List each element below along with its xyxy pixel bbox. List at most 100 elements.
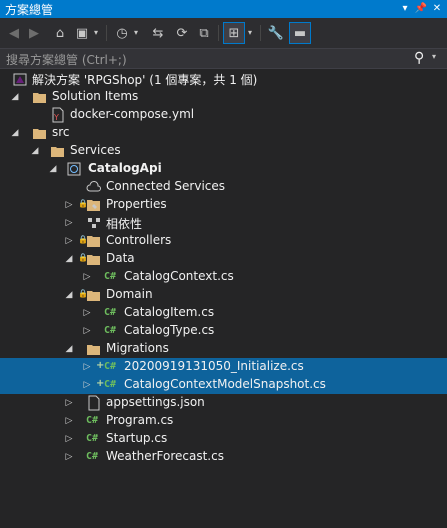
connected-services-label: Connected Services bbox=[106, 179, 226, 193]
csharp-file-icon: C# bbox=[104, 379, 117, 390]
tree-item-dependencies[interactable]: ▷ 相依性 bbox=[0, 214, 447, 232]
tree-item-appsettings[interactable]: ▷ appsettings.json bbox=[0, 394, 447, 412]
toolbar: ◀ ▶ ⌂ ▣ ▾ ◷ ▾ ⇆ ⟳ ⧉ ⊞ ▾ 🔧 ▬ bbox=[0, 18, 447, 48]
back-icon[interactable]: ◀ bbox=[4, 23, 24, 43]
collapsed-arrow-icon[interactable]: ▷ bbox=[82, 268, 92, 286]
tree-item-weather-forecast[interactable]: ▷ C# WeatherForecast.cs bbox=[0, 448, 447, 466]
window-titlebar: 方案總管 ▾ 📌 ✕ bbox=[0, 0, 447, 18]
program-label: Program.cs bbox=[106, 413, 174, 427]
window-menu-dropdown-icon[interactable]: ▾ bbox=[398, 0, 412, 18]
catalog-type-label: CatalogType.cs bbox=[124, 323, 215, 337]
search-bar[interactable]: 搜尋方案總管 (Ctrl+;) ⚲ ▾ bbox=[0, 48, 447, 69]
preview-selected-items-icon[interactable]: ▬ bbox=[289, 22, 311, 44]
tree-item-services[interactable]: ◢ Services bbox=[0, 142, 447, 160]
collapsed-arrow-icon[interactable]: ▷ bbox=[82, 376, 92, 394]
web-project-icon bbox=[67, 162, 81, 176]
toolbar-separator bbox=[218, 25, 219, 41]
migration-initialize-label: 20200919131050_Initialize.cs bbox=[124, 359, 304, 373]
collapsed-arrow-icon[interactable]: ▷ bbox=[82, 358, 92, 376]
cloud-icon bbox=[86, 181, 101, 192]
tree-item-catalog-item[interactable]: ▷ C# CatalogItem.cs bbox=[0, 304, 447, 322]
pending-changes-filter-icon[interactable]: ◷ bbox=[112, 23, 132, 43]
dependencies-icon bbox=[88, 218, 100, 228]
refresh-icon[interactable]: ⟳ bbox=[172, 23, 192, 43]
tree-item-catalog-type[interactable]: ▷ C# CatalogType.cs bbox=[0, 322, 447, 340]
show-all-files-icon[interactable]: ⊞ bbox=[223, 22, 245, 44]
docker-compose-label: docker-compose.yml bbox=[70, 107, 195, 121]
migration-snapshot-label: CatalogContextModelSnapshot.cs bbox=[124, 377, 326, 391]
properties-label: Properties bbox=[106, 197, 167, 211]
collapsed-arrow-icon[interactable]: ▷ bbox=[64, 394, 74, 412]
expanded-arrow-icon[interactable]: ◢ bbox=[10, 88, 20, 106]
expanded-arrow-icon[interactable]: ◢ bbox=[64, 286, 74, 304]
catalog-api-label: CatalogApi bbox=[88, 161, 162, 175]
switch-views-icon[interactable]: ▣ bbox=[72, 23, 92, 43]
tree-item-docker-compose[interactable]: Y docker-compose.yml bbox=[0, 106, 447, 124]
tree-item-catalog-context[interactable]: ▷ C# CatalogContext.cs bbox=[0, 268, 447, 286]
folder-open-icon bbox=[87, 255, 100, 265]
services-label: Services bbox=[70, 143, 121, 157]
forward-icon[interactable]: ▶ bbox=[24, 23, 44, 43]
csharp-file-icon: C# bbox=[86, 451, 99, 462]
close-icon[interactable]: ✕ bbox=[430, 0, 444, 18]
collapsed-arrow-icon[interactable]: ▷ bbox=[64, 214, 74, 232]
tree-item-controllers[interactable]: ▷ 🔒 Controllers bbox=[0, 232, 447, 250]
collapsed-arrow-icon[interactable]: ▷ bbox=[64, 232, 74, 250]
folder-icon bbox=[87, 236, 100, 247]
tree-item-startup[interactable]: ▷ C# Startup.cs bbox=[0, 430, 447, 448]
expanded-arrow-icon[interactable]: ◢ bbox=[10, 124, 20, 142]
startup-label: Startup.cs bbox=[106, 431, 168, 445]
pin-icon[interactable]: 📌 bbox=[414, 0, 428, 18]
collapsed-arrow-icon[interactable]: ▷ bbox=[64, 430, 74, 448]
csharp-file-icon: C# bbox=[86, 415, 99, 426]
src-label: src bbox=[52, 125, 70, 139]
tree-item-connected-services[interactable]: Connected Services bbox=[0, 178, 447, 196]
folder-open-icon bbox=[33, 129, 46, 139]
tree-item-properties[interactable]: ▷ 🔒 Properties bbox=[0, 196, 447, 214]
switch-views-dropdown-icon[interactable]: ▾ bbox=[94, 23, 98, 43]
csharp-file-icon: C# bbox=[104, 361, 117, 372]
tree-item-migrations[interactable]: ◢ Migrations bbox=[0, 340, 447, 358]
collapsed-arrow-icon[interactable]: ▷ bbox=[64, 448, 74, 466]
search-input[interactable]: 搜尋方案總管 (Ctrl+;) bbox=[6, 51, 127, 68]
catalog-context-label: CatalogContext.cs bbox=[124, 269, 234, 283]
tree-item-solution-items[interactable]: ◢ Solution Items bbox=[0, 88, 447, 106]
expanded-arrow-icon[interactable]: ◢ bbox=[30, 142, 40, 160]
tree-item-migration-snapshot[interactable]: ▷ + C# CatalogContextModelSnapshot.cs bbox=[0, 376, 447, 394]
search-icon[interactable]: ⚲ bbox=[414, 50, 424, 66]
weather-forecast-label: WeatherForecast.cs bbox=[106, 449, 224, 463]
pending-changes-dropdown-icon[interactable]: ▾ bbox=[134, 23, 138, 43]
svg-text:Y: Y bbox=[53, 113, 59, 122]
expanded-arrow-icon[interactable]: ◢ bbox=[64, 250, 74, 268]
tree-item-program[interactable]: ▷ C# Program.cs bbox=[0, 412, 447, 430]
tree-item-solution[interactable]: 解決方案 'RPGShop' (1 個專案，共 1 個) bbox=[0, 70, 447, 88]
toolbar-separator bbox=[260, 25, 261, 41]
collapsed-arrow-icon[interactable]: ▷ bbox=[82, 304, 92, 322]
show-all-files-dropdown-icon[interactable]: ▾ bbox=[248, 23, 252, 43]
catalog-item-label: CatalogItem.cs bbox=[124, 305, 215, 319]
search-options-dropdown-icon[interactable]: ▾ bbox=[432, 52, 436, 61]
tree-item-domain[interactable]: ◢ 🔒 Domain bbox=[0, 286, 447, 304]
tree-item-data[interactable]: ◢ 🔒 Data bbox=[0, 250, 447, 268]
folder-open-icon bbox=[87, 291, 100, 301]
folder-open-icon bbox=[87, 345, 100, 355]
csharp-file-icon: C# bbox=[86, 433, 99, 444]
expanded-arrow-icon[interactable]: ◢ bbox=[48, 160, 58, 178]
home-icon[interactable]: ⌂ bbox=[50, 23, 70, 43]
csharp-file-icon: C# bbox=[104, 271, 117, 282]
expanded-arrow-icon[interactable]: ◢ bbox=[64, 340, 74, 358]
solution-items-label: Solution Items bbox=[52, 89, 139, 103]
tree-item-src[interactable]: ◢ src bbox=[0, 124, 447, 142]
toolbar-separator bbox=[106, 25, 107, 41]
json-file-icon bbox=[88, 395, 100, 411]
collapse-all-icon[interactable]: ⧉ bbox=[194, 23, 214, 43]
collapsed-arrow-icon[interactable]: ▷ bbox=[64, 196, 74, 214]
collapsed-arrow-icon[interactable]: ▷ bbox=[82, 322, 92, 340]
folder-open-icon bbox=[33, 93, 46, 103]
csharp-file-icon: C# bbox=[104, 325, 117, 336]
tree-item-catalog-api[interactable]: ◢ CatalogApi bbox=[0, 160, 447, 178]
collapsed-arrow-icon[interactable]: ▷ bbox=[64, 412, 74, 430]
sync-with-active-document-icon[interactable]: ⇆ bbox=[148, 23, 168, 43]
properties-wrench-icon[interactable]: 🔧 bbox=[266, 23, 286, 43]
tree-item-migration-initialize[interactable]: ▷ + C# 20200919131050_Initialize.cs bbox=[0, 358, 447, 376]
